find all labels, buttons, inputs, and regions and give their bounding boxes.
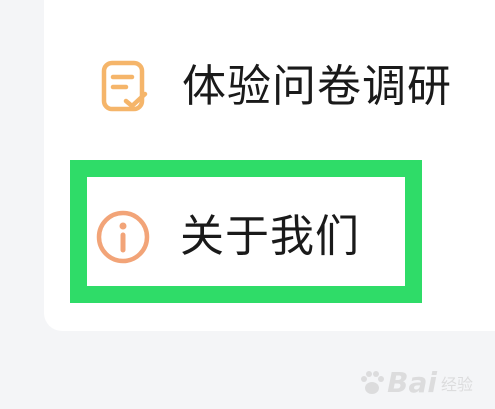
- paw-icon: [361, 370, 385, 394]
- survey-checklist-icon: [96, 58, 154, 116]
- menu-item-label: 体验问卷调研: [182, 61, 452, 112]
- menu-item-survey[interactable]: 体验问卷调研: [96, 52, 452, 122]
- watermark-subtext: 经验: [440, 374, 473, 394]
- watermark-text: Bai: [387, 366, 437, 399]
- info-circle-icon: [94, 208, 152, 266]
- watermark-logo: Bai 经验: [357, 366, 473, 399]
- menu-item-label: 关于我们: [180, 211, 360, 262]
- menu-item-about[interactable]: 关于我们: [94, 202, 360, 272]
